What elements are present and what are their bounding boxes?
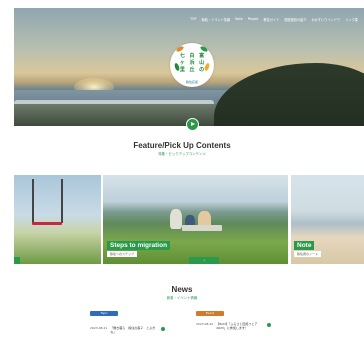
site-logo[interactable]: 七 白 富 ヶ 浜 山 里 丘 の 移住応援 bbox=[170, 43, 214, 87]
card-sublabel: 移住へのステップ bbox=[107, 251, 138, 257]
news-badge-event[interactable]: Event bbox=[196, 311, 224, 316]
news-text: 「働き暮ら 移住の森２ とぶがな」 bbox=[110, 326, 156, 334]
card-more-button[interactable]: → bbox=[189, 257, 219, 264]
badge-label: Event bbox=[205, 311, 214, 315]
swing-seat bbox=[32, 222, 62, 225]
card-label: Steps to migration bbox=[107, 241, 171, 250]
logo-text: 七 白 富 ヶ 浜 山 里 丘 の bbox=[178, 53, 206, 73]
family-picnic bbox=[168, 205, 228, 231]
card-label: Note bbox=[294, 241, 315, 250]
hero-banner: TOP 新着・イベント情報 Note People 移住ガイド 関連施設の紹介 … bbox=[14, 8, 364, 126]
logo-char: 富 bbox=[199, 53, 205, 59]
nav-item-news[interactable]: 新着・イベント情報 bbox=[201, 17, 230, 22]
nav-item-facilities[interactable]: 関連施設の紹介 bbox=[284, 17, 306, 22]
nav-item-window[interactable]: わかすいウインドウ bbox=[312, 17, 341, 22]
feature-card-note[interactable]: Note 移住者のノート bbox=[291, 175, 364, 264]
logo-char: の bbox=[199, 67, 205, 73]
news-item[interactable]: 2023.08.22 【8/23】「ふるさと回帰フェア2023」に参加します！ bbox=[196, 322, 272, 330]
card-more-button[interactable] bbox=[14, 257, 20, 264]
leaf-icon bbox=[175, 45, 185, 53]
logo-char: 浜 bbox=[189, 60, 195, 66]
news-subtitle: 新着・イベント情報 bbox=[166, 296, 198, 300]
arrow-icon bbox=[161, 327, 166, 331]
news-title: News bbox=[171, 285, 193, 294]
arrow-icon bbox=[267, 323, 272, 327]
logo-char: 七 bbox=[179, 53, 185, 59]
logo-char: 山 bbox=[199, 60, 205, 66]
logo-char: 白 bbox=[189, 53, 195, 59]
logo-char: ヶ bbox=[179, 60, 185, 66]
feature-card-steps[interactable]: Steps to migration 移住へのステップ → bbox=[103, 175, 288, 264]
logo-tagline: 移住応援 bbox=[185, 80, 198, 84]
swing-post bbox=[32, 179, 34, 223]
card-sublabel: 移住者のノート bbox=[294, 251, 322, 257]
news-badge-topic[interactable]: Topic bbox=[90, 311, 118, 316]
person bbox=[170, 209, 182, 229]
hill bbox=[214, 63, 364, 126]
nav-item-people[interactable]: People bbox=[248, 17, 259, 22]
feature-card-playground[interactable] bbox=[14, 175, 101, 264]
feature-title: Feature/Pick Up Contents bbox=[133, 141, 231, 150]
play-video-button[interactable] bbox=[186, 118, 199, 131]
arrow-icon: → bbox=[202, 259, 206, 262]
feature-subtitle: 特集・ピックアップコンテンツ bbox=[158, 152, 206, 156]
news-text: 【8/23】「ふるさと回帰フェア2023」に参加します！ bbox=[216, 322, 258, 330]
leaf-icon bbox=[199, 45, 209, 53]
logo-char: 里 bbox=[179, 67, 185, 73]
picnic-blanket bbox=[182, 225, 222, 231]
swing-post bbox=[61, 179, 63, 223]
nav-item-note[interactable]: Note bbox=[235, 17, 243, 22]
top-nav: TOP 新着・イベント情報 Note People 移住ガイド 関連施設の紹介 … bbox=[190, 17, 358, 22]
badge-label: Topic bbox=[100, 311, 108, 315]
news-date: 2023.08.22 bbox=[196, 322, 214, 326]
logo-char: 丘 bbox=[189, 67, 195, 73]
nav-item-guide[interactable]: 移住ガイド bbox=[263, 17, 279, 22]
news-date: 2023.08.21 bbox=[90, 326, 108, 330]
nav-item-top[interactable]: TOP bbox=[190, 17, 196, 22]
news-item[interactable]: 2023.08.21 「働き暮ら 移住の森２ とぶがな」 bbox=[90, 326, 166, 334]
nav-item-links[interactable]: リンク集 bbox=[345, 17, 358, 22]
